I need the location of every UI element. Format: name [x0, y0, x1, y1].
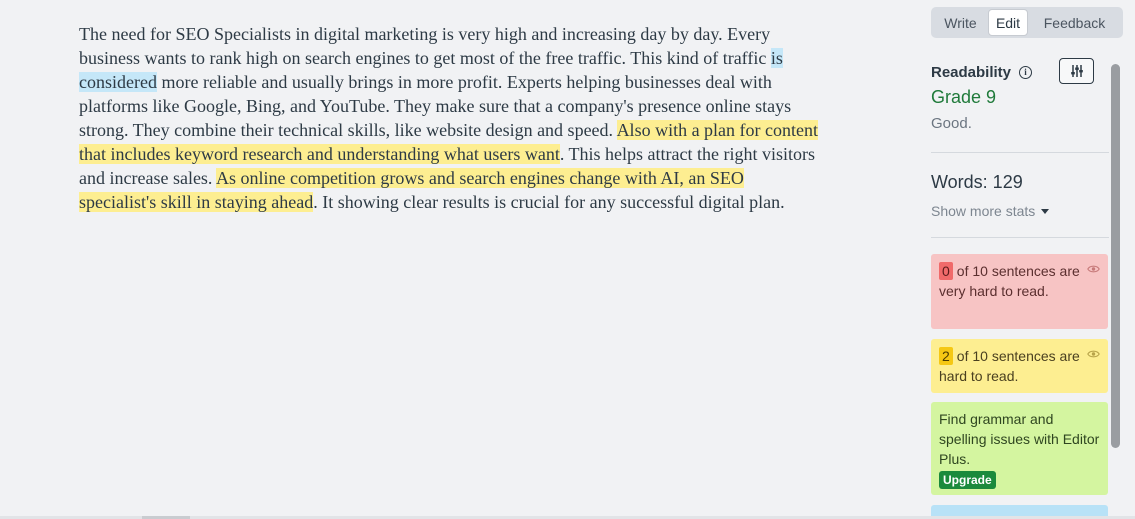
sidebar: Write Edit Feedback Readability i Grade … [931, 0, 1123, 519]
mode-tabs: Write Edit Feedback [931, 7, 1123, 38]
grade-level: Grade 9 [931, 87, 997, 107]
sidebar-scrollbar-thumb[interactable] [1111, 64, 1120, 448]
readability-header: Readability i [931, 58, 1109, 86]
tab-feedback[interactable]: Feedback [1028, 9, 1121, 36]
show-more-stats-button[interactable]: Show more stats [931, 203, 1050, 219]
editor-plus-card: Find grammar and spelling issues with Ed… [931, 402, 1108, 495]
very-hard-text: of 10 sentences are very hard to read. [939, 263, 1080, 299]
caret-down-icon [1041, 208, 1050, 214]
sliders-icon [1070, 65, 1083, 77]
text-segment: . It showing clear results is crucial fo… [313, 192, 785, 212]
tab-edit[interactable]: Edit [988, 9, 1028, 36]
editor-plus-text: Find grammar and spelling issues with Ed… [939, 411, 1100, 467]
word-count: Words: 129 [931, 172, 1023, 192]
readability-settings-button[interactable] [1059, 58, 1094, 84]
text-editor[interactable]: The need for SEO Specialists in digital … [79, 22, 824, 214]
hard-sentences-card[interactable]: 2 of 10 sentences are hard to read. [931, 339, 1108, 393]
divider [931, 152, 1109, 153]
text-segment: The need for SEO Specialists in digital … [79, 24, 771, 68]
eye-icon[interactable] [1087, 264, 1100, 274]
show-more-stats-label: Show more stats [931, 203, 1036, 219]
grade-description: Good. [931, 115, 972, 132]
readability-label: Readability [931, 63, 1012, 81]
eye-icon[interactable] [1087, 349, 1100, 359]
hard-count: 2 [939, 347, 953, 365]
info-icon[interactable]: i [1019, 65, 1033, 79]
divider [931, 237, 1109, 238]
hard-text: of 10 sentences are hard to read. [939, 348, 1080, 384]
tab-write[interactable]: Write [933, 9, 988, 36]
upgrade-button[interactable]: Upgrade [939, 471, 996, 489]
hemingway-editor-app: The need for SEO Specialists in digital … [0, 0, 1135, 519]
very-hard-sentences-card[interactable]: 0 of 10 sentences are very hard to read. [931, 254, 1108, 329]
very-hard-count: 0 [939, 262, 953, 280]
